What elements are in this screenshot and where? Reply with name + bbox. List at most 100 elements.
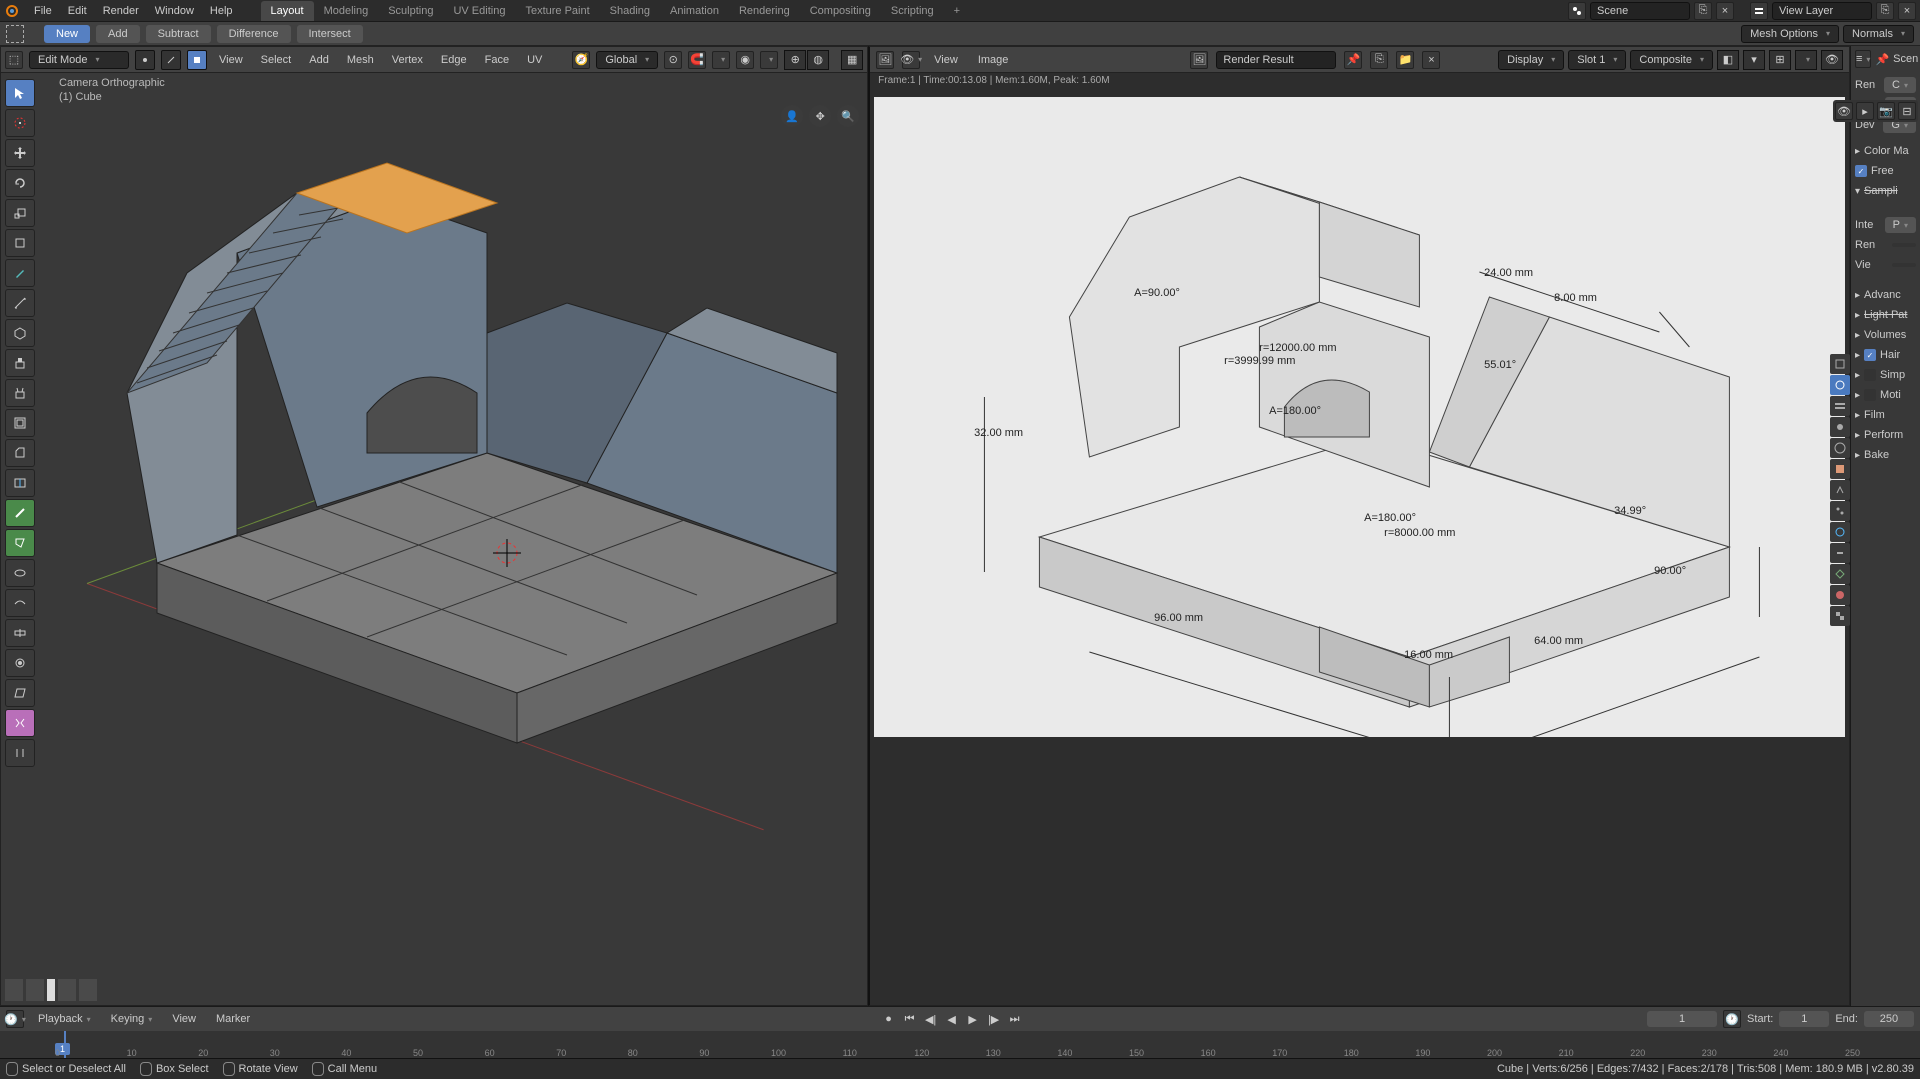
tool-extrude-region[interactable] <box>5 349 35 377</box>
panel-sampling[interactable]: Sampli <box>1864 185 1898 197</box>
file-menu[interactable]: File <box>26 2 60 20</box>
tool-bevel[interactable] <box>5 439 35 467</box>
tool-poly-build[interactable] <box>5 529 35 557</box>
preset-2[interactable] <box>26 979 44 1001</box>
pan-gizmo-icon[interactable]: ✥ <box>809 105 831 127</box>
vertex-menu[interactable]: Vertex <box>386 52 429 68</box>
add-workspace-button[interactable]: + <box>944 1 970 21</box>
properties-panel[interactable]: ≡ 📌 Scen RenC FeaS DevG ▸ Color Ma ✓Free… <box>1850 46 1920 1006</box>
render-menu[interactable]: Render <box>95 2 147 20</box>
panel-light-paths[interactable]: Light Pat <box>1864 309 1907 321</box>
workspace-texturepaint[interactable]: Texture Paint <box>515 1 599 21</box>
motion-blur-checkbox[interactable] <box>1864 389 1876 401</box>
tool-measure[interactable] <box>5 289 35 317</box>
tool-extrude-normals[interactable] <box>5 379 35 407</box>
workspace-uv[interactable]: UV Editing <box>443 1 515 21</box>
play-reverse-icon[interactable]: ◀ <box>943 1010 961 1028</box>
scene-browse-icon[interactable] <box>1568 2 1586 20</box>
image-open-icon[interactable]: 📁 <box>1396 51 1414 69</box>
boolean-new-button[interactable]: New <box>44 25 90 43</box>
image-browse-icon[interactable]: 🖼 <box>1190 51 1208 69</box>
render-engine-dropdown[interactable]: C <box>1884 77 1916 93</box>
vertex-select-mode[interactable] <box>135 50 155 70</box>
viewlayer-delete-icon[interactable]: × <box>1898 2 1916 20</box>
tool-rip-edge[interactable] <box>5 739 35 767</box>
panel-hair[interactable]: Hair <box>1880 349 1900 361</box>
pivot-icon[interactable]: ⊙ <box>664 51 682 69</box>
orientation-dropdown[interactable]: Global <box>596 51 658 69</box>
gizmo-toggle-icon[interactable]: ⊕ <box>784 50 806 70</box>
tab-material[interactable] <box>1830 585 1850 605</box>
gizmo-view-icon[interactable]: ⊞ <box>1769 50 1791 70</box>
tool-rotate[interactable] <box>5 169 35 197</box>
stereo-icon[interactable]: 👁 <box>1821 50 1843 70</box>
preset-5[interactable] <box>79 979 97 1001</box>
toggle-visibility-icon[interactable]: 👤 <box>781 105 803 127</box>
workspace-sculpting[interactable]: Sculpting <box>378 1 443 21</box>
tool-scale[interactable] <box>5 199 35 227</box>
face-menu[interactable]: Face <box>479 52 515 68</box>
display-dropdown[interactable]: Display <box>1498 50 1564 70</box>
channel-rgba-icon[interactable]: ◧ <box>1717 50 1739 70</box>
panel-motion-blur[interactable]: Moti <box>1880 389 1901 401</box>
tool-add-cube[interactable] <box>5 319 35 347</box>
viewport-samples-field[interactable] <box>1892 263 1916 267</box>
viewlayer-name-field[interactable]: View Layer <box>1772 2 1872 20</box>
image-view-menu[interactable]: View <box>928 52 964 68</box>
tool-inset[interactable] <box>5 409 35 437</box>
viewlayer-new-icon[interactable]: ⎘ <box>1876 2 1894 20</box>
jump-start-icon[interactable]: ⏮ <box>901 1010 919 1028</box>
panel-volumes[interactable]: Volumes <box>1864 329 1906 341</box>
tab-particles[interactable] <box>1830 501 1850 521</box>
zoom-gizmo-icon[interactable]: 🔍 <box>837 105 859 127</box>
image-mode-dropdown[interactable]: 👁 <box>902 51 920 69</box>
image-new-icon[interactable]: ⎘ <box>1370 51 1388 69</box>
workspace-compositing[interactable]: Compositing <box>800 1 881 21</box>
scene-new-icon[interactable]: ⎘ <box>1694 2 1712 20</box>
tab-output[interactable] <box>1830 375 1850 395</box>
slot-dropdown[interactable]: Slot 1 <box>1568 50 1626 70</box>
panel-film[interactable]: Film <box>1864 409 1885 421</box>
channel-dropdown-icon[interactable]: ▾ <box>1743 50 1765 70</box>
view-menu[interactable]: View <box>213 52 249 68</box>
render-samples-field[interactable] <box>1892 243 1916 247</box>
keyframe-next-icon[interactable]: |▶ <box>985 1010 1003 1028</box>
workspace-modeling[interactable]: Modeling <box>314 1 379 21</box>
edit-menu[interactable]: Edit <box>60 2 95 20</box>
boolean-subtract-button[interactable]: Subtract <box>146 25 211 43</box>
uv-menu[interactable]: UV <box>521 52 548 68</box>
timeline-type-icon[interactable]: 🕐 <box>6 1010 24 1028</box>
tool-shrink[interactable] <box>5 649 35 677</box>
panel-bake[interactable]: Bake <box>1864 449 1889 461</box>
tab-render[interactable] <box>1830 354 1850 374</box>
workspace-animation[interactable]: Animation <box>660 1 729 21</box>
play-icon[interactable]: ▶ <box>964 1010 982 1028</box>
tab-world[interactable] <box>1830 438 1850 458</box>
image-editor[interactable]: 🖼 👁 View Image 🖼 Render Result 📌 ⎘ 📁 × D… <box>868 46 1850 1006</box>
viewport-canvas[interactable]: Camera Orthographic (1) Cube <box>37 73 867 1005</box>
select-box-icon[interactable] <box>6 25 24 43</box>
tool-loop-cut[interactable] <box>5 469 35 497</box>
select-menu[interactable]: Select <box>255 52 298 68</box>
filter-select-icon[interactable]: ▸ <box>1856 102 1874 120</box>
keying-menu[interactable]: Keying <box>105 1011 159 1027</box>
preset-4[interactable] <box>58 979 76 1001</box>
current-frame-field[interactable]: 1 <box>1647 1011 1717 1027</box>
image-unlink-icon[interactable]: × <box>1422 51 1440 69</box>
preset-1[interactable] <box>5 979 23 1001</box>
mode-dropdown[interactable]: Edit Mode <box>29 51 129 69</box>
tool-rip-region[interactable] <box>5 709 35 737</box>
3d-viewport[interactable]: ⬚ Edit Mode View Select Add Mesh Vertex … <box>0 46 868 1006</box>
image-pin-icon[interactable]: 📌 <box>1344 51 1362 69</box>
tool-shear[interactable] <box>5 679 35 707</box>
tool-move[interactable] <box>5 139 35 167</box>
tool-annotate[interactable] <box>5 259 35 287</box>
edge-menu[interactable]: Edge <box>435 52 473 68</box>
editor-type-image-icon[interactable]: 🖼 <box>876 51 894 69</box>
hair-checkbox[interactable]: ✓ <box>1864 349 1876 361</box>
tool-edge-slide[interactable] <box>5 619 35 647</box>
workspace-scripting[interactable]: Scripting <box>881 1 944 21</box>
tool-spin[interactable] <box>5 559 35 587</box>
scene-name-field[interactable]: Scene <box>1590 2 1690 20</box>
mesh-menu[interactable]: Mesh <box>341 52 380 68</box>
